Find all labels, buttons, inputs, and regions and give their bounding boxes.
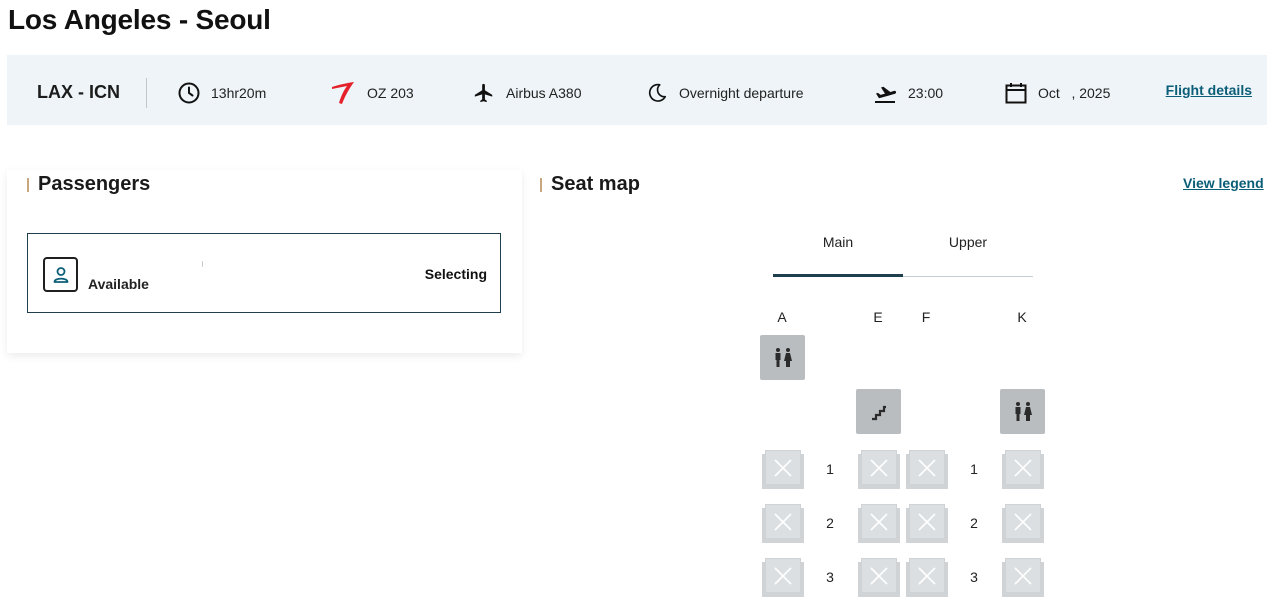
- calendar-icon: [1005, 83, 1027, 104]
- divider: [202, 261, 203, 267]
- takeoff-icon: [875, 86, 897, 103]
- unavailable-icon: [918, 459, 936, 477]
- column-label: F: [921, 309, 931, 325]
- column-label: K: [1017, 309, 1027, 325]
- date: Oct , 2025: [1038, 85, 1111, 101]
- plane-icon: [474, 83, 493, 103]
- passenger-status: Available: [88, 276, 149, 292]
- unavailable-icon: [1014, 513, 1032, 531]
- view-legend-link[interactable]: View legend: [1183, 175, 1264, 191]
- date-item: Oct , 2025: [1005, 73, 1110, 113]
- seat-1a[interactable]: [762, 450, 804, 490]
- seat-2f[interactable]: [906, 504, 948, 544]
- page-title: Los Angeles - Seoul: [8, 4, 271, 35]
- divider: [146, 78, 147, 108]
- unavailable-icon: [774, 459, 792, 477]
- passengers-title: Passengers: [27, 173, 150, 196]
- seat-1k[interactable]: [1002, 450, 1044, 490]
- seat-2a[interactable]: [762, 504, 804, 544]
- airline-logo: [332, 82, 354, 104]
- seat-map-title: Seat map: [540, 173, 640, 196]
- unavailable-icon: [774, 513, 792, 531]
- duration-item: 13hr20m: [178, 73, 266, 113]
- lavatory-icon: [1000, 389, 1045, 434]
- departure-type-item: Overnight departure: [646, 73, 804, 113]
- unavailable-icon: [918, 567, 936, 585]
- passenger-card[interactable]: Available Selecting: [27, 233, 501, 313]
- unavailable-icon: [774, 567, 792, 585]
- stairs-icon: [856, 389, 901, 434]
- departure-type: Overnight departure: [679, 85, 804, 101]
- passenger-icon: [43, 257, 78, 292]
- departure-time-item: 23:00: [873, 73, 943, 113]
- row-number: 2: [826, 515, 834, 531]
- row-number: 1: [970, 461, 978, 477]
- unavailable-icon: [918, 513, 936, 531]
- tab-main[interactable]: Main: [773, 225, 903, 277]
- seat-1e[interactable]: [858, 450, 900, 490]
- seat-3a[interactable]: [762, 558, 804, 598]
- row-number: 3: [826, 569, 834, 585]
- row-number: 2: [970, 515, 978, 531]
- clock-icon: [178, 82, 200, 104]
- departure-time: 23:00: [908, 85, 944, 101]
- flight-number-item: OZ 203: [330, 73, 414, 113]
- column-label: E: [873, 309, 883, 325]
- flight-number: OZ 203: [367, 85, 414, 101]
- unavailable-icon: [1014, 459, 1032, 477]
- flight-info-bar: LAX - ICN 13hr20m OZ 203 Airbus A380 Ove…: [7, 55, 1267, 125]
- tab-upper[interactable]: Upper: [903, 225, 1033, 277]
- seat-3f[interactable]: [906, 558, 948, 598]
- row-number: 1: [826, 461, 834, 477]
- seat-2e[interactable]: [858, 504, 900, 544]
- flight-details-link[interactable]: Flight details: [1166, 82, 1252, 98]
- unavailable-icon: [870, 567, 888, 585]
- lavatory-icon: [760, 335, 805, 380]
- moon-icon: [648, 83, 667, 102]
- seat-3e[interactable]: [858, 558, 900, 598]
- row-number: 3: [970, 569, 978, 585]
- passengers-panel: Passengers Available Selecting: [7, 170, 522, 353]
- unavailable-icon: [1014, 567, 1032, 585]
- aircraft-item: Airbus A380: [473, 73, 582, 113]
- seat-1f[interactable]: [906, 450, 948, 490]
- column-label: A: [777, 309, 787, 325]
- deck-tabs: Main Upper: [773, 225, 1033, 277]
- passenger-action: Selecting: [424, 266, 487, 282]
- seat-3k[interactable]: [1002, 558, 1044, 598]
- aircraft: Airbus A380: [506, 85, 582, 101]
- duration: 13hr20m: [211, 85, 267, 101]
- unavailable-icon: [870, 513, 888, 531]
- seat-2k[interactable]: [1002, 504, 1044, 544]
- route: LAX - ICN: [37, 82, 120, 102]
- unavailable-icon: [870, 459, 888, 477]
